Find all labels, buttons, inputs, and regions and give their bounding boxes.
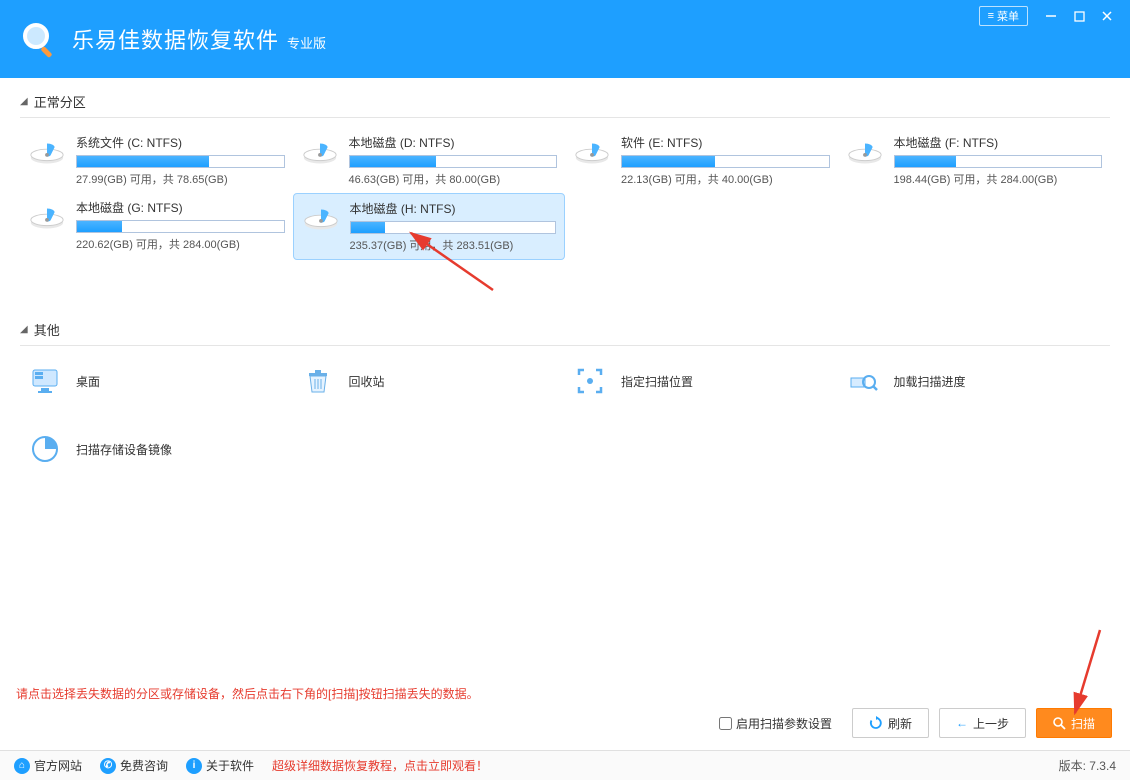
main-content: ◢ 正常分区 系统文件 (C: NTFS) 27.99(GB) 可用，共 78.…: [0, 78, 1130, 474]
usage-bar: [349, 155, 558, 168]
search-icon: [1053, 717, 1066, 730]
drive-name: 本地磁盘 (G: NTFS): [76, 199, 285, 216]
usage-bar: [76, 155, 285, 168]
scan-label: 扫描: [1071, 715, 1095, 732]
recycle-icon: [301, 364, 335, 398]
drive-icon: [573, 134, 611, 168]
usage-bar: [621, 155, 830, 168]
close-icon: [1101, 10, 1113, 22]
menu-button[interactable]: ≡ 菜单: [979, 6, 1028, 26]
partition-item[interactable]: 系统文件 (C: NTFS) 27.99(GB) 可用，共 78.65(GB): [20, 128, 293, 193]
prev-label: 上一步: [973, 715, 1009, 732]
target-icon: [573, 364, 607, 398]
refresh-icon: [869, 716, 883, 730]
partitions-title: 正常分区: [34, 92, 86, 111]
arrow-left-icon: ←: [956, 716, 968, 730]
version-text: 版本: 7.3.4: [1059, 757, 1116, 774]
scan-params-checkbox[interactable]: 启用扫描参数设置: [719, 715, 832, 732]
drive-name: 本地磁盘 (F: NTFS): [894, 134, 1103, 151]
scan-button[interactable]: 扫描: [1036, 708, 1112, 738]
others-header[interactable]: ◢ 其他: [20, 320, 1110, 346]
drive-stats: 27.99(GB) 可用，共 78.65(GB): [76, 171, 285, 187]
home-icon: ⌂: [14, 758, 30, 774]
consult-label: 免费咨询: [120, 757, 168, 774]
drive-stats: 235.37(GB) 可用，共 283.51(GB): [350, 237, 557, 253]
desktop-icon: [28, 364, 62, 398]
official-site-label: 官方网站: [34, 757, 82, 774]
other-label: 桌面: [76, 373, 100, 390]
partition-item[interactable]: 本地磁盘 (G: NTFS) 220.62(GB) 可用，共 284.00(GB…: [20, 193, 293, 260]
consult-link[interactable]: ✆ 免费咨询: [100, 757, 168, 774]
partitions-header[interactable]: ◢ 正常分区: [20, 92, 1110, 118]
info-icon: i: [186, 758, 202, 774]
drive-stats: 220.62(GB) 可用，共 284.00(GB): [76, 236, 285, 252]
others-title: 其他: [34, 320, 60, 339]
other-item-target[interactable]: 指定扫描位置: [565, 356, 838, 406]
tutorial-link[interactable]: 超级详细数据恢复教程，点击立即观看！: [272, 757, 488, 774]
others-section: ◢ 其他 桌面 回收站 指定扫描位置 加载扫描进度 扫描存储设备镜像: [20, 320, 1110, 474]
drive-stats: 198.44(GB) 可用，共 284.00(GB): [894, 171, 1103, 187]
drive-name: 本地磁盘 (D: NTFS): [349, 134, 558, 151]
menu-label: 菜单: [997, 8, 1019, 24]
app-header: 乐易佳数据恢复软件 专业版 ≡ 菜单: [0, 0, 1130, 78]
prev-button[interactable]: ← 上一步: [939, 708, 1026, 738]
drive-icon: [302, 200, 340, 234]
other-item-desktop[interactable]: 桌面: [20, 356, 293, 406]
footer: ⌂ 官方网站 ✆ 免费咨询 i 关于软件 超级详细数据恢复教程，点击立即观看！ …: [0, 750, 1130, 780]
maximize-button[interactable]: [1066, 7, 1092, 25]
about-label: 关于软件: [206, 757, 254, 774]
other-label: 回收站: [349, 373, 385, 390]
chat-icon: ✆: [100, 758, 116, 774]
collapse-icon: ◢: [20, 324, 28, 335]
image-icon: [28, 432, 62, 466]
refresh-button[interactable]: 刷新: [852, 708, 929, 738]
partition-item[interactable]: 本地磁盘 (D: NTFS) 46.63(GB) 可用，共 80.00(GB): [293, 128, 566, 193]
drive-icon: [28, 134, 66, 168]
drive-name: 系统文件 (C: NTFS): [76, 134, 285, 151]
drive-stats: 46.63(GB) 可用，共 80.00(GB): [349, 171, 558, 187]
maximize-icon: [1074, 11, 1085, 22]
menu-icon: ≡: [988, 10, 994, 22]
drive-name: 软件 (E: NTFS): [621, 134, 830, 151]
about-link[interactable]: i 关于软件: [186, 757, 254, 774]
other-label: 扫描存储设备镜像: [76, 441, 172, 458]
other-label: 加载扫描进度: [894, 373, 966, 390]
partition-item[interactable]: 本地磁盘 (F: NTFS) 198.44(GB) 可用，共 284.00(GB…: [838, 128, 1111, 193]
scan-params-input[interactable]: [719, 717, 732, 730]
official-site-link[interactable]: ⌂ 官方网站: [14, 757, 82, 774]
partitions-section: ◢ 正常分区 系统文件 (C: NTFS) 27.99(GB) 可用，共 78.…: [20, 92, 1110, 260]
action-bar: 启用扫描参数设置 刷新 ← 上一步 扫描: [719, 708, 1112, 738]
drive-icon: [28, 199, 66, 233]
usage-bar: [894, 155, 1103, 168]
other-item-load[interactable]: 加载扫描进度: [838, 356, 1111, 406]
scan-params-label: 启用扫描参数设置: [736, 715, 832, 732]
drive-icon: [301, 134, 339, 168]
other-item-image[interactable]: 扫描存储设备镜像: [20, 424, 293, 474]
drive-stats: 22.13(GB) 可用，共 40.00(GB): [621, 171, 830, 187]
minimize-button[interactable]: [1038, 7, 1064, 25]
refresh-label: 刷新: [888, 715, 912, 732]
minimize-icon: [1045, 10, 1057, 22]
usage-bar: [350, 221, 557, 234]
partition-item[interactable]: 本地磁盘 (H: NTFS) 235.37(GB) 可用，共 283.51(GB…: [293, 193, 566, 260]
drive-name: 本地磁盘 (H: NTFS): [350, 200, 557, 217]
load-icon: [846, 364, 880, 398]
app-title: 乐易佳数据恢复软件: [72, 23, 279, 55]
collapse-icon: ◢: [20, 96, 28, 107]
other-label: 指定扫描位置: [621, 373, 693, 390]
app-logo-icon: [18, 18, 60, 60]
app-subtitle: 专业版: [287, 33, 326, 52]
other-item-recycle[interactable]: 回收站: [293, 356, 566, 406]
usage-bar: [76, 220, 285, 233]
others-grid: 桌面 回收站 指定扫描位置 加载扫描进度 扫描存储设备镜像: [20, 356, 1110, 474]
close-button[interactable]: [1094, 7, 1120, 25]
drive-icon: [846, 134, 884, 168]
partition-item[interactable]: 软件 (E: NTFS) 22.13(GB) 可用，共 40.00(GB): [565, 128, 838, 193]
tip-text: 请点击选择丢失数据的分区或存储设备，然后点击右下角的[扫描]按钮扫描丢失的数据。: [16, 685, 479, 702]
partition-grid: 系统文件 (C: NTFS) 27.99(GB) 可用，共 78.65(GB) …: [20, 128, 1110, 260]
